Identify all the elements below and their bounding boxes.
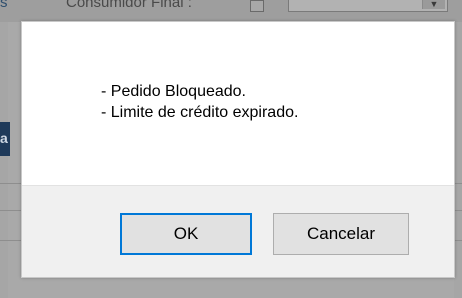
alert-dialog: - Pedido Bloqueado. - Limite de crédito …: [21, 21, 455, 278]
ok-button[interactable]: OK: [120, 213, 252, 255]
background-toolbar: s Consumidor Final : ▼: [0, 0, 462, 22]
background-left-fragment: s: [0, 0, 8, 11]
message-line-blocked: - Pedido Bloqueado.: [101, 83, 246, 100]
cancel-button[interactable]: Cancelar: [273, 213, 409, 255]
background-tab-fragment: a: [0, 130, 8, 146]
consumidor-final-checkbox[interactable]: [250, 0, 264, 12]
background-right-panel: [454, 22, 462, 298]
dialog-message: - Pedido Bloqueado. - Limite de crédito …: [101, 81, 298, 123]
select-arrow-icon: ▼: [422, 0, 445, 9]
dialog-footer: OK Cancelar: [22, 185, 454, 277]
consumidor-final-label: Consumidor Final :: [66, 0, 192, 11]
background-left-panel: [0, 22, 8, 298]
dialog-body: - Pedido Bloqueado. - Limite de crédito …: [22, 22, 454, 185]
background-select[interactable]: ▼: [288, 0, 448, 12]
message-line-credit: - Limite de crédito expirado.: [101, 104, 299, 121]
